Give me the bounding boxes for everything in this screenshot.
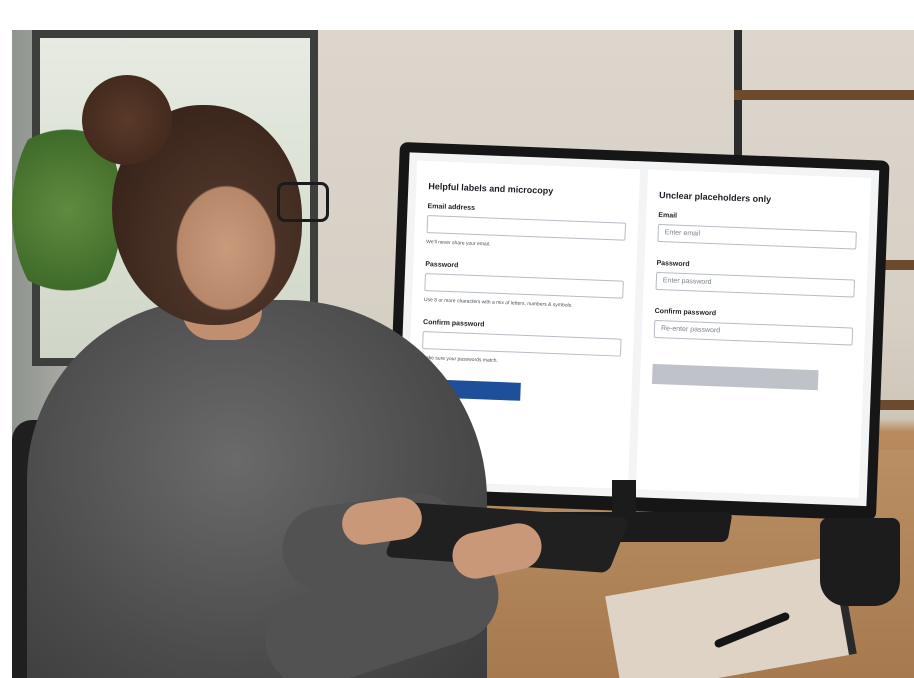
email-input[interactable] [426, 215, 627, 241]
email-input[interactable]: Enter email [657, 223, 857, 250]
panel-title: Helpful labels and microcopy [428, 181, 554, 196]
submit-button[interactable] [651, 363, 819, 391]
coffee-mug [820, 518, 900, 606]
confirm-password-help: Make sure your passwords match. [421, 354, 498, 364]
placeholder-form-panel: Unclear placeholders only Email Enter em… [635, 169, 871, 498]
hair-bun [82, 75, 172, 165]
photo-scene: Helpful labels and microcopy Email addre… [12, 30, 914, 678]
confirm-password-input[interactable] [422, 331, 622, 357]
password-input[interactable] [424, 273, 624, 299]
panel-title: Unclear placeholders only [658, 189, 772, 205]
password-help: Use 8 or more characters with a mix of l… [423, 297, 573, 309]
confirm-password-input[interactable]: Re-enter password [653, 319, 854, 346]
shelf-board [734, 90, 914, 100]
email-help: We'll never share your email. [426, 239, 491, 248]
glasses [277, 182, 329, 222]
password-input[interactable]: Enter password [655, 271, 856, 298]
